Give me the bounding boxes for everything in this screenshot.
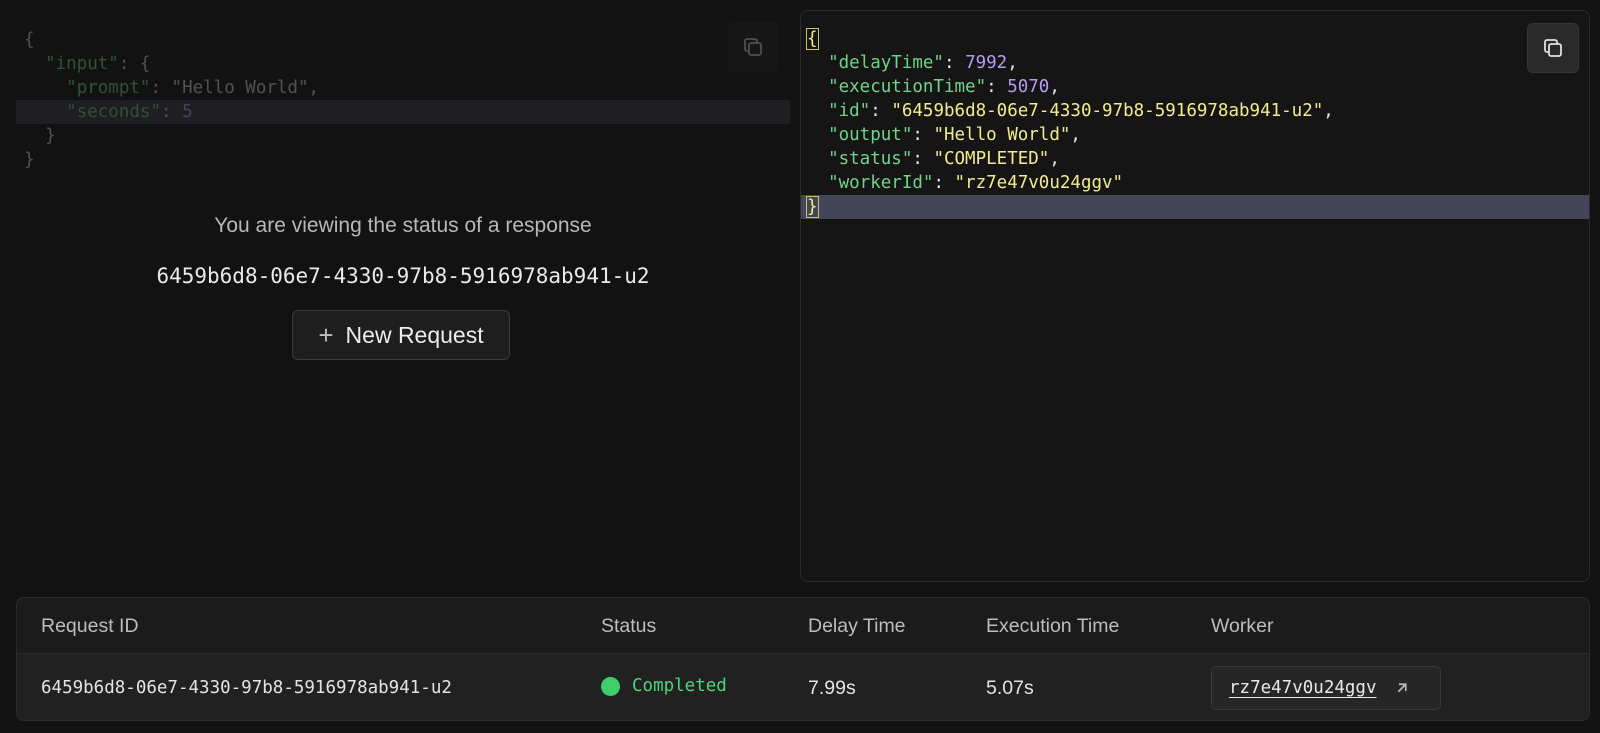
arrow-up-right-icon: [1397, 683, 1407, 693]
header-delay-time: Delay Time: [808, 615, 906, 637]
matching-brace-close: }: [806, 196, 819, 218]
worker-id-link[interactable]: rz7e47v0u24ggv: [1229, 678, 1377, 698]
response-json-line: "id": "6459b6d8-06e7-4330-97b8-5916978ab…: [828, 101, 1334, 121]
request-json-line: "input": {: [45, 54, 151, 74]
request-json-line-active: "seconds": 5: [16, 100, 790, 124]
worker-link-button[interactable]: rz7e47v0u24ggv: [1211, 666, 1441, 710]
request-json-line: }: [24, 150, 35, 170]
cell-execution-time: 5.07s: [986, 677, 1034, 699]
requests-table: Request ID Status Delay Time Execution T…: [16, 597, 1590, 721]
header-request-id: Request ID: [41, 615, 139, 637]
status-dot-icon: [601, 676, 620, 696]
request-json-line: "prompt": "Hello World",: [66, 78, 320, 98]
matching-brace-open: {: [806, 28, 819, 50]
response-json-line-active: }: [801, 195, 1589, 219]
copy-icon: [744, 38, 762, 56]
header-worker: Worker: [1211, 615, 1274, 637]
response-panel: { "delayTime": 7992, "executionTime": 50…: [800, 10, 1590, 582]
request-json-editor[interactable]: { "input": { "prompt": "Hello World", "s…: [16, 28, 790, 172]
response-json-line: "output": "Hello World",: [828, 125, 1081, 145]
plus-icon: +: [318, 320, 334, 350]
new-request-button[interactable]: + New Request: [292, 310, 510, 360]
cell-request-id: 6459b6d8-06e7-4330-97b8-5916978ab941-u2: [41, 678, 452, 698]
cell-delay-time: 7.99s: [808, 677, 856, 699]
copy-response-button[interactable]: [1527, 23, 1579, 73]
copy-request-button[interactable]: [728, 22, 778, 72]
header-status: Status: [601, 615, 657, 637]
header-execution-time: Execution Time: [986, 615, 1120, 637]
response-json-line: {: [801, 27, 1589, 51]
table-row: 6459b6d8-06e7-4330-97b8-5916978ab941-u2 …: [17, 654, 1589, 720]
copy-icon: [1544, 39, 1562, 57]
request-panel: { "input": { "prompt": "Hello World", "s…: [16, 12, 790, 582]
cell-status: Completed: [601, 676, 727, 696]
response-json-line: "delayTime": 7992,: [828, 53, 1018, 73]
status-label: Completed: [632, 676, 727, 696]
response-json-line: "executionTime": 5070,: [828, 77, 1060, 97]
request-json-line: {: [24, 30, 35, 50]
status-request-id: 6459b6d8-06e7-4330-97b8-5916978ab941-u2: [156, 264, 650, 288]
status-message: You are viewing the status of a response: [214, 214, 592, 237]
response-json-line: "workerId": "rz7e47v0u24ggv": [828, 173, 1124, 193]
response-json-viewer[interactable]: { "delayTime": 7992, "executionTime": 50…: [801, 27, 1589, 219]
request-json-line: }: [45, 126, 56, 146]
response-json-line: "status": "COMPLETED",: [828, 149, 1060, 169]
table-header: Request ID Status Delay Time Execution T…: [17, 598, 1589, 654]
new-request-label: New Request: [345, 321, 484, 348]
